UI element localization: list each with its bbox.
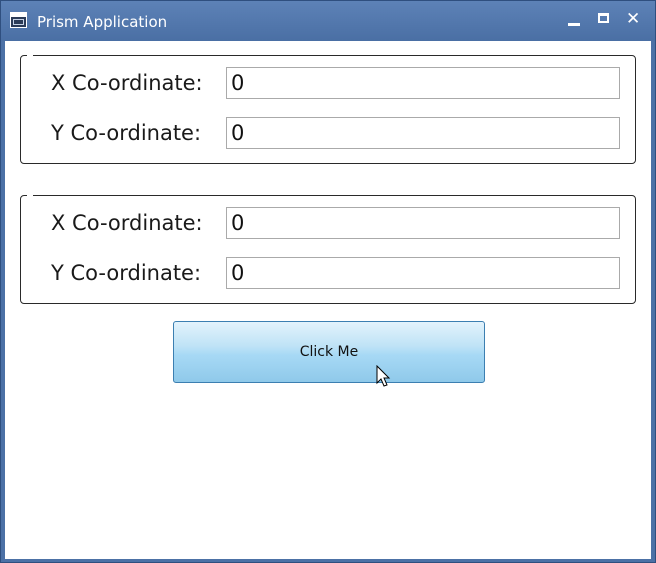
minimize-button[interactable]	[562, 9, 586, 31]
client-area: X Co-ordinate: 0 Y Co-ordinate: 0 X Co-o…	[5, 41, 651, 559]
app-window: Prism Application ✕ X Co-ordinate: 0 Y C…	[0, 0, 656, 563]
mouse-cursor-icon	[376, 365, 391, 387]
coordinate-group-2: X Co-ordinate: 0 Y Co-ordinate: 0	[20, 194, 636, 304]
x-coordinate-label: X Co-ordinate:	[51, 71, 203, 95]
x-coordinate-label: X Co-ordinate:	[51, 211, 203, 235]
app-window-icon	[10, 12, 27, 28]
y-coordinate-input[interactable]: 0	[226, 257, 620, 289]
maximize-icon	[598, 13, 609, 23]
x-coordinate-input[interactable]: 0	[226, 67, 620, 99]
coordinate-group-1: X Co-ordinate: 0 Y Co-ordinate: 0	[20, 54, 636, 164]
minimize-icon	[568, 23, 580, 26]
close-button[interactable]: ✕	[621, 9, 645, 31]
x-coordinate-input[interactable]: 0	[226, 207, 620, 239]
y-coordinate-input[interactable]: 0	[226, 117, 620, 149]
y-coordinate-label: Y Co-ordinate:	[51, 121, 202, 145]
y-coordinate-label: Y Co-ordinate:	[51, 261, 202, 285]
maximize-button[interactable]	[592, 9, 616, 31]
close-icon: ✕	[626, 9, 641, 29]
title-bar[interactable]: Prism Application ✕	[1, 1, 655, 41]
click-me-button[interactable]: Click Me	[173, 321, 485, 383]
window-title: Prism Application	[37, 13, 168, 31]
